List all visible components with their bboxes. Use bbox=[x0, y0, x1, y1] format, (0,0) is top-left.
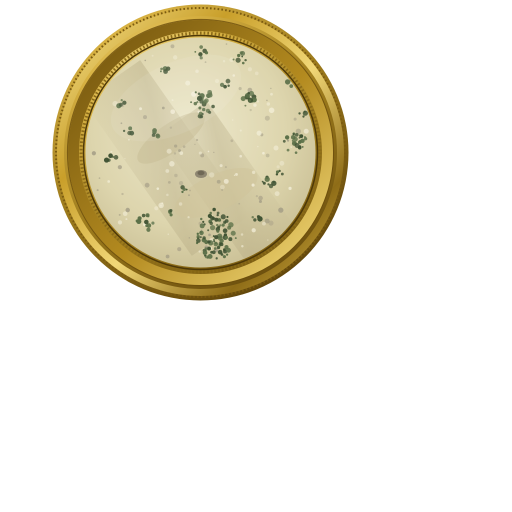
game-screen bbox=[0, 0, 512, 512]
minimap[interactable] bbox=[51, 3, 350, 302]
minimap-graphic bbox=[52, 4, 349, 301]
